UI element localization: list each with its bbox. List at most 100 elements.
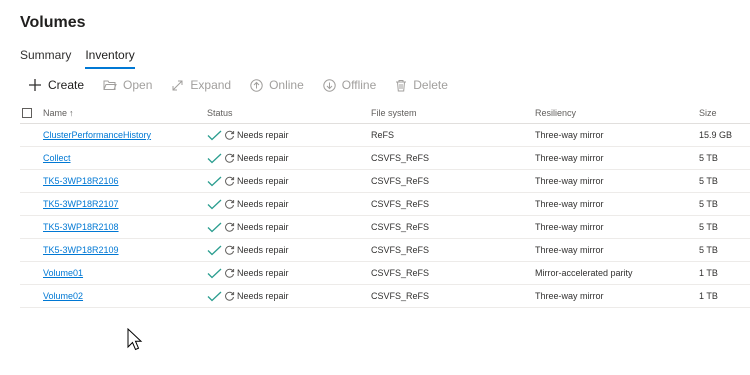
table-row[interactable]: Volume02 Needs repair CSVFS_ReFS Three-w… [20,284,750,308]
volume-name-link[interactable]: TK5-3WP18R2109 [43,245,119,255]
folder-open-icon [103,80,117,90]
volume-name-link[interactable]: TK5-3WP18R2107 [43,199,119,209]
volume-name-link[interactable]: Collect [43,153,71,163]
check-icon [207,153,222,163]
repair-sync-icon [225,153,235,163]
mouse-pointer-icon [127,328,143,351]
plus-icon [29,79,41,91]
repair-sync-icon [225,291,235,301]
tab-inventory[interactable]: Inventory [85,48,135,69]
volume-name-link[interactable]: Volume02 [43,291,83,301]
status-text: Needs repair [237,291,289,301]
status-text: Needs repair [237,222,289,232]
name-cell: ClusterPerformanceHistory [43,123,207,147]
status-text: Needs repair [237,130,289,140]
status-cell: Needs repair [207,261,371,285]
name-cell: Collect [43,146,207,170]
table-row[interactable]: Volume01 Needs repair CSVFS_ReFS Mirror-… [20,261,750,285]
table-row[interactable]: TK5-3WP18R2107 Needs repair CSVFS_ReFS T… [20,192,750,216]
row-select-cell [20,146,43,170]
check-icon [207,291,222,301]
column-header-status[interactable]: Status [207,103,371,124]
resiliency-cell: Three-way mirror [535,123,699,147]
row-select-cell [20,261,43,285]
volume-name-link[interactable]: TK5-3WP18R2108 [43,222,119,232]
resiliency-cell: Three-way mirror [535,146,699,170]
repair-sync-icon [225,176,235,186]
status-text: Needs repair [237,153,289,163]
status-cell: Needs repair [207,192,371,216]
status-text: Needs repair [237,176,289,186]
file-system-cell: CSVFS_ReFS [371,284,535,308]
expand-button[interactable]: Expand [171,78,231,92]
tab-bar: Summary Inventory [20,48,149,69]
page-title: Volumes [20,14,86,31]
check-icon [207,245,222,255]
size-cell: 5 TB [699,215,750,239]
status-text: Needs repair [237,245,289,255]
delete-label: Delete [413,78,448,92]
status-cell: Needs repair [207,238,371,262]
check-icon [207,130,222,140]
online-label: Online [269,78,304,92]
file-system-cell: CSVFS_ReFS [371,192,535,216]
column-header-file-system[interactable]: File system [371,103,535,124]
file-system-cell: CSVFS_ReFS [371,146,535,170]
tab-summary[interactable]: Summary [20,48,71,69]
status-cell: Needs repair [207,284,371,308]
toolbar: Create Open Expand Online Offline Delete [28,78,467,92]
table-row[interactable]: TK5-3WP18R2106 Needs repair CSVFS_ReFS T… [20,169,750,193]
delete-button[interactable]: Delete [395,78,448,92]
name-cell: TK5-3WP18R2106 [43,169,207,193]
status-cell: Needs repair [207,146,371,170]
resiliency-cell: Three-way mirror [535,284,699,308]
select-all-cell [20,103,43,124]
create-button[interactable]: Create [28,78,84,92]
table-row[interactable]: TK5-3WP18R2109 Needs repair CSVFS_ReFS T… [20,238,750,262]
resiliency-cell: Three-way mirror [535,215,699,239]
open-button[interactable]: Open [103,78,152,92]
column-header-size[interactable]: Size [699,103,750,124]
arrow-down-circle-icon [323,78,336,92]
sort-ascending-icon: ↑ [69,108,74,118]
status-cell: Needs repair [207,215,371,239]
size-cell: 15.9 GB [699,123,750,147]
name-cell: Volume02 [43,284,207,308]
repair-sync-icon [225,130,235,140]
column-header-resiliency[interactable]: Resiliency [535,103,699,124]
offline-button[interactable]: Offline [323,78,376,92]
expand-icon [172,80,183,90]
check-icon [207,176,222,186]
table-row[interactable]: ClusterPerformanceHistory Needs repair R… [20,123,750,147]
size-cell: 1 TB [699,261,750,285]
offline-label: Offline [341,78,377,92]
volume-name-link[interactable]: TK5-3WP18R2106 [43,176,119,186]
resiliency-cell: Three-way mirror [535,238,699,262]
select-all-checkbox[interactable] [22,108,32,119]
status-text: Needs repair [237,199,289,209]
volume-name-link[interactable]: ClusterPerformanceHistory [43,130,151,140]
table-header-row: Name ↑ Status File system Resiliency Size [20,103,750,124]
online-button[interactable]: Online [250,78,304,92]
expand-label: Expand [190,78,232,92]
volumes-table: Name ↑ Status File system Resiliency Size… [20,103,750,308]
file-system-cell: CSVFS_ReFS [371,215,535,239]
volume-name-link[interactable]: Volume01 [43,268,83,278]
status-text: Needs repair [237,268,289,278]
size-cell: 1 TB [699,284,750,308]
status-cell: Needs repair [207,169,371,193]
repair-sync-icon [225,245,235,255]
size-cell: 5 TB [699,169,750,193]
column-header-name[interactable]: Name ↑ [43,103,207,124]
name-cell: TK5-3WP18R2108 [43,215,207,239]
row-select-cell [20,123,43,147]
table-body: ClusterPerformanceHistory Needs repair R… [20,123,750,308]
file-system-cell: ReFS [371,123,535,147]
table-row[interactable]: TK5-3WP18R2108 Needs repair CSVFS_ReFS T… [20,215,750,239]
table-row[interactable]: Collect Needs repair CSVFS_ReFS Three-wa… [20,146,750,170]
file-system-cell: CSVFS_ReFS [371,261,535,285]
resiliency-cell: Three-way mirror [535,192,699,216]
repair-sync-icon [225,222,235,232]
size-cell: 5 TB [699,238,750,262]
row-select-cell [20,238,43,262]
